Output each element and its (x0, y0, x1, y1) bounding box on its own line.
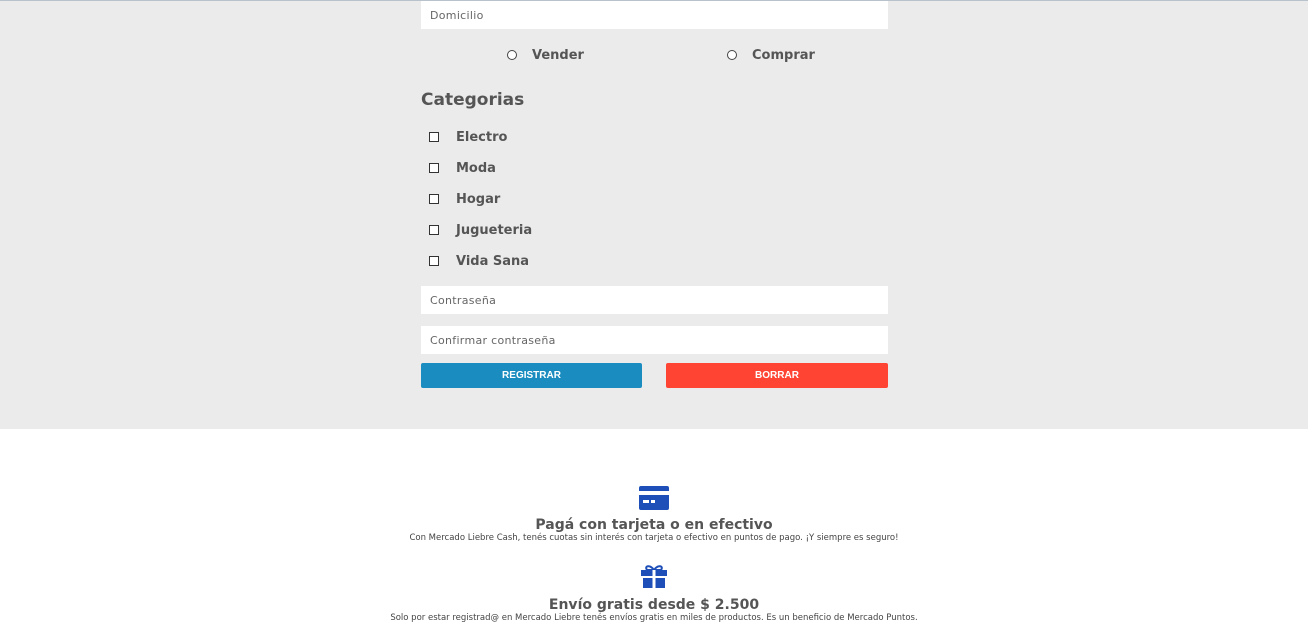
registration-form (0, 1, 1308, 429)
sell-label: Vender (532, 47, 584, 63)
register-button[interactable]: REGISTRAR (421, 363, 642, 388)
gift-icon (641, 565, 667, 588)
hogar-label: Hogar (456, 191, 501, 207)
address-input[interactable] (421, 1, 888, 29)
vida-sana-label: Vida Sana (456, 253, 530, 269)
benefit-payment-title: Pagá con tarjeta o en efectivo (535, 517, 773, 533)
buy-radio[interactable] (727, 50, 737, 60)
buy-label: Comprar (752, 47, 815, 63)
clear-button[interactable]: BORRAR (666, 363, 888, 388)
benefit-shipping-title: Envío gratis desde $ 2.500 (548, 597, 760, 613)
vida-sana-checkbox[interactable] (429, 256, 439, 266)
moda-label: Moda (456, 160, 496, 176)
categories-title: Categorias (421, 90, 525, 110)
radio-option-buy[interactable]: Comprar (727, 45, 815, 65)
benefit-shipping-description: Solo por estar registrad@ en Mercado Lie… (390, 613, 918, 623)
electro-checkbox[interactable] (429, 132, 439, 142)
jugueteria-label: Jugueteria (456, 222, 533, 238)
sell-radio[interactable] (507, 50, 517, 60)
category-item-electro[interactable]: Electro (429, 128, 507, 146)
category-item-vida-sana[interactable]: Vida Sana (429, 252, 529, 270)
benefit-payment: Pagá con tarjeta o en efectivo Con Merca… (0, 486, 1308, 544)
radio-option-sell[interactable]: Vender (507, 45, 584, 65)
credit-card-icon (639, 486, 669, 510)
electro-label: Electro (456, 129, 508, 145)
confirm-password-input[interactable] (421, 326, 888, 354)
password-input[interactable] (421, 286, 888, 314)
benefit-payment-description: Con Mercado Liebre Cash, tenés cuotas si… (409, 533, 899, 543)
jugueteria-checkbox[interactable] (429, 225, 439, 235)
category-item-jugueteria[interactable]: Jugueteria (429, 221, 532, 239)
moda-checkbox[interactable] (429, 163, 439, 173)
hogar-checkbox[interactable] (429, 194, 439, 204)
benefit-shipping: Envío gratis desde $ 2.500 Solo por esta… (0, 564, 1308, 624)
category-item-moda[interactable]: Moda (429, 159, 496, 177)
category-item-hogar[interactable]: Hogar (429, 190, 500, 208)
